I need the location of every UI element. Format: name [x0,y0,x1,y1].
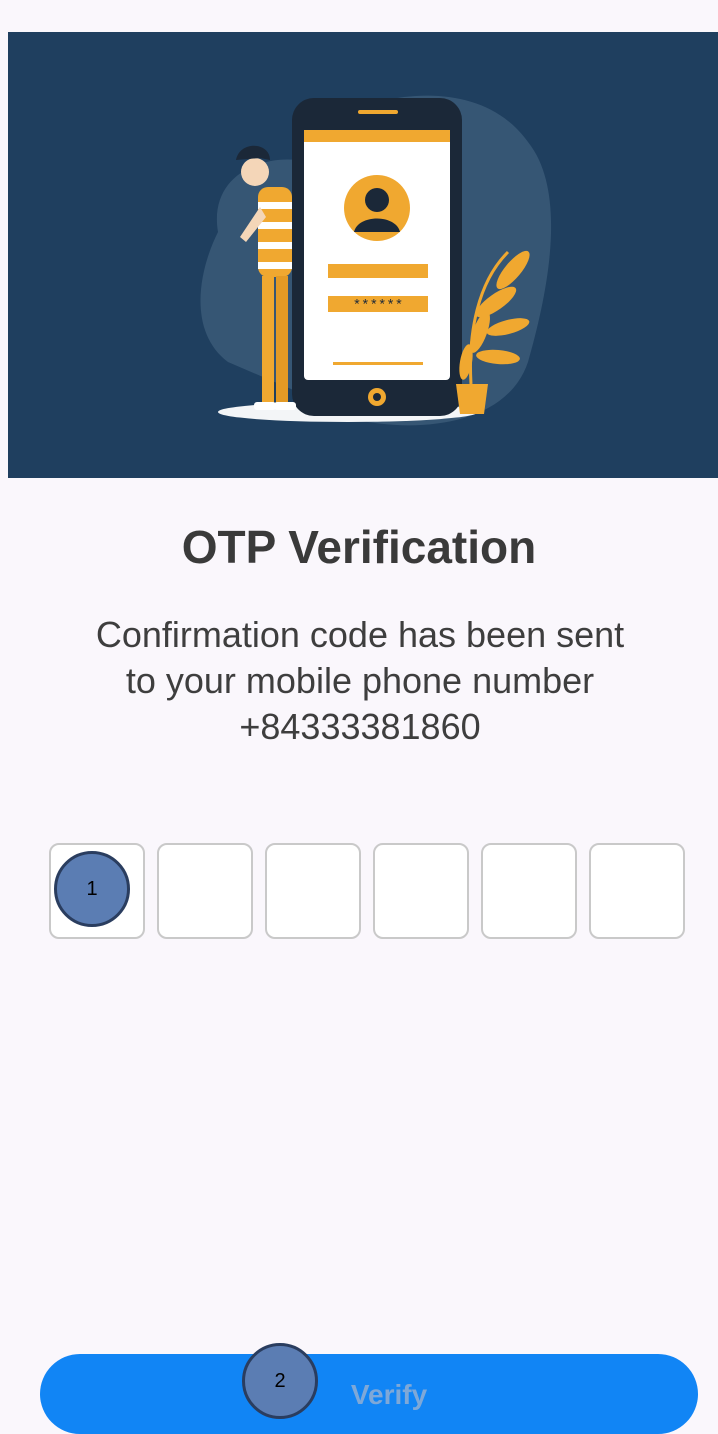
otp-input-group [49,843,689,943]
otp-digit-6[interactable] [589,843,685,939]
hero-illustration: ****** [8,32,718,478]
otp-digit-5[interactable] [481,843,577,939]
confirmation-message: Confirmation code has been sent to your … [40,612,680,750]
otp-digit-2[interactable] [157,843,253,939]
message-line-1: Confirmation code has been sent [95,614,625,655]
verify-button-label: Verify [350,1379,428,1410]
message-line-2: to your mobile phone number [125,660,595,701]
page-title: OTP Verification [181,521,537,573]
otp-digit-3[interactable] [265,843,361,939]
otp-digit-4[interactable] [373,843,469,939]
masked-password-text: ****** [353,298,403,314]
annotation-marker-1: 1 [54,851,130,927]
phone-user-illustration: ****** [200,95,552,426]
status-bar [0,0,718,32]
verify-button[interactable]: Verify [40,1354,698,1434]
annotation-marker-2: 2 [242,1343,318,1419]
phone-number: +84333381860 [239,706,481,747]
